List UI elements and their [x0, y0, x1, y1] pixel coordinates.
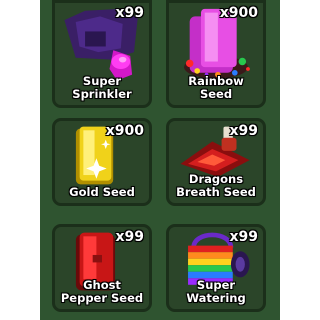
inventory-panel: x99 Super Sprinkler x900 Rainbow Seed x9… — [40, 0, 280, 320]
item-count: x99 — [115, 5, 144, 21]
item-slot-dragons-breath-seed[interactable]: x99 Dragons Breath Seed — [166, 118, 266, 206]
item-count: x99 — [229, 123, 258, 139]
item-count: x900 — [105, 123, 144, 139]
item-count: x99 — [115, 229, 144, 245]
item-name: Rainbow Seed — [188, 74, 244, 101]
item-slot-super-watering[interactable]: x99 Super Watering — [166, 224, 266, 312]
item-name: Super Sprinkler — [72, 74, 132, 101]
item-slot-rainbow-seed[interactable]: x900 Rainbow Seed — [166, 0, 266, 108]
item-slot-super-sprinkler[interactable]: x99 Super Sprinkler — [52, 0, 152, 108]
item-count: x900 — [219, 5, 258, 21]
item-slot-ghost-pepper-seed[interactable]: x99 Ghost Pepper Seed — [52, 224, 152, 312]
item-name: Super Watering — [186, 278, 246, 305]
item-name: Dragons Breath Seed — [176, 172, 256, 199]
item-name: Gold Seed — [69, 185, 135, 199]
item-slot-gold-seed[interactable]: x900 Gold Seed — [52, 118, 152, 206]
item-count: x99 — [229, 229, 258, 245]
item-name: Ghost Pepper Seed — [60, 278, 144, 305]
